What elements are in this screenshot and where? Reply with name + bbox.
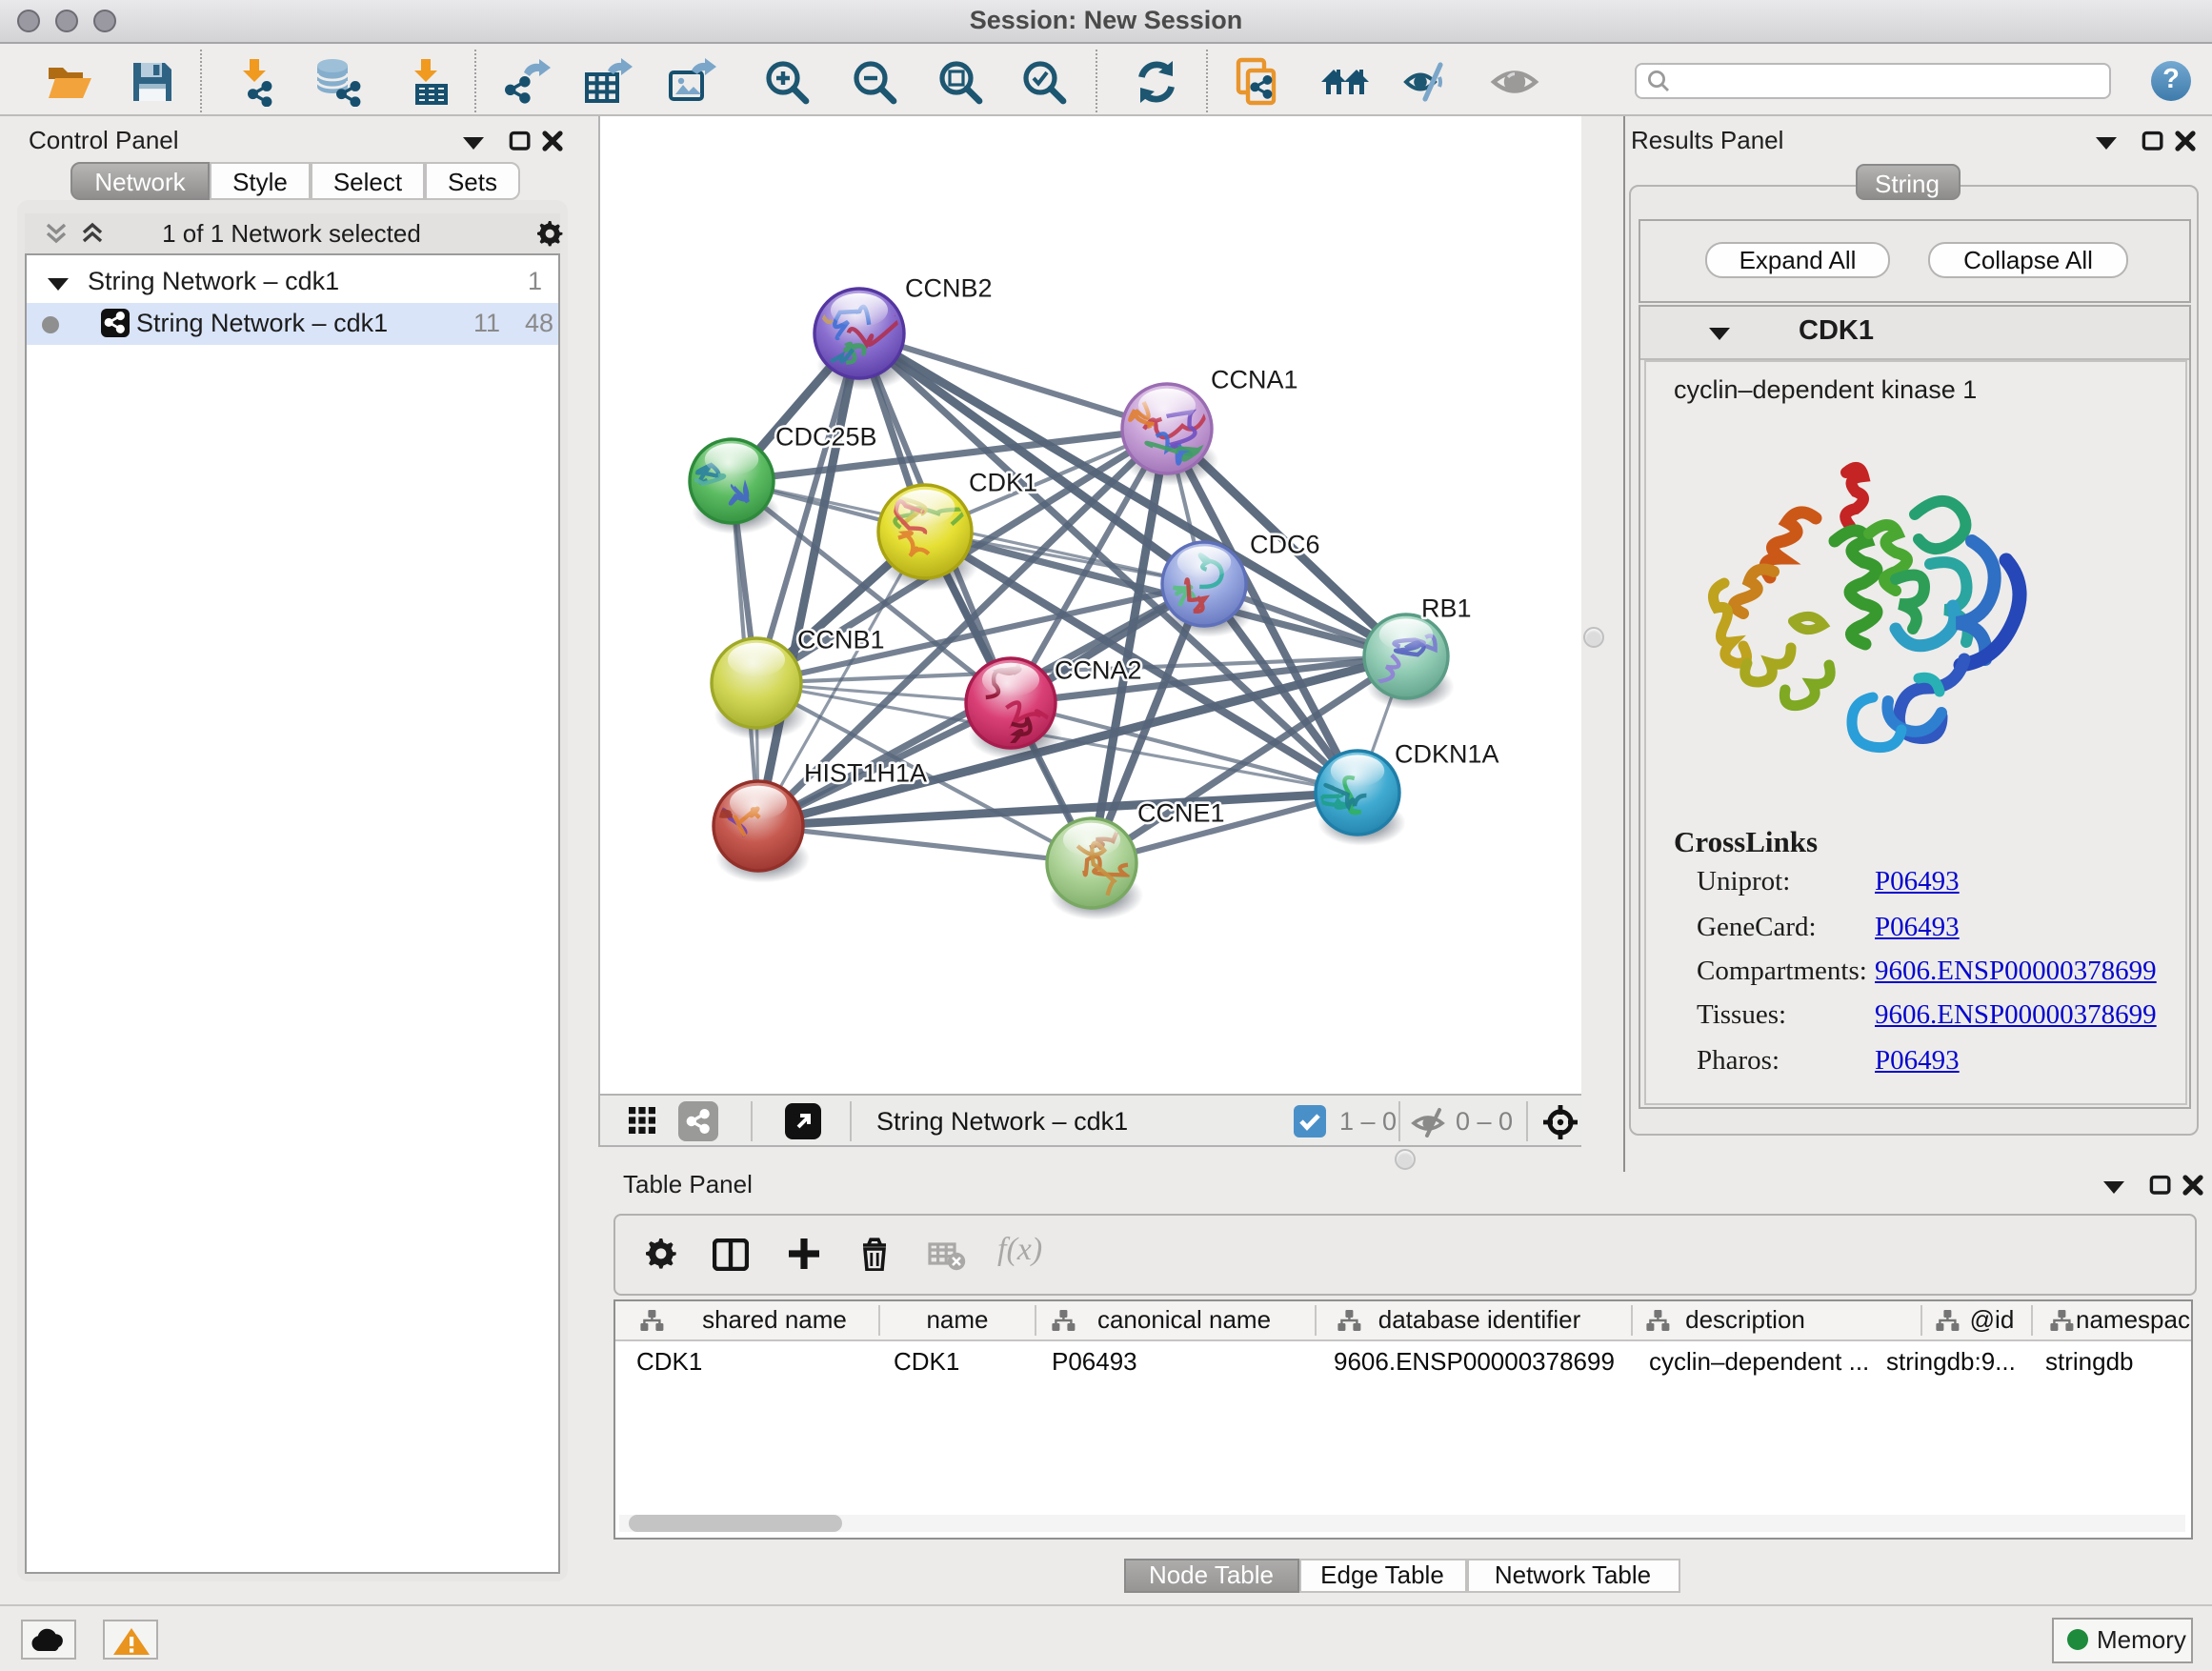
svg-text:CCNE1: CCNE1 [1137,798,1225,827]
svg-text:CCNA2: CCNA2 [1055,655,1142,684]
svg-text:CDC6: CDC6 [1250,530,1320,558]
svg-text:RB1: RB1 [1421,594,1472,622]
svg-text:CDC25B: CDC25B [775,422,877,451]
svg-text:CCNB1: CCNB1 [797,625,885,654]
svg-text:HIST1H1A: HIST1H1A [804,758,927,787]
svg-text:CCNB2: CCNB2 [905,273,993,302]
svg-text:CDKN1A: CDKN1A [1395,739,1499,768]
svg-text:CDK1: CDK1 [969,468,1037,496]
svg-text:CCNA1: CCNA1 [1211,365,1298,393]
